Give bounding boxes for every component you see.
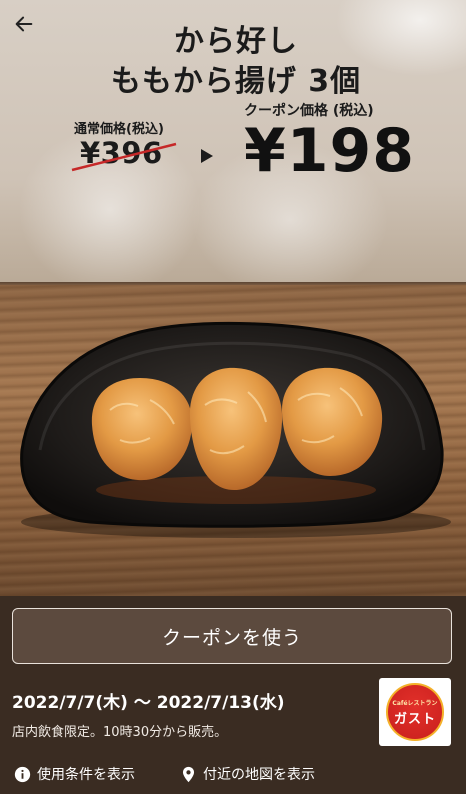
coupon-price: ¥198 xyxy=(244,116,415,186)
show-terms-link[interactable]: 使用条件を表示 xyxy=(14,764,135,784)
karaage-plate-photo xyxy=(20,321,451,538)
info-icon xyxy=(14,766,31,782)
location-pin-icon xyxy=(182,766,195,782)
price-strikethrough xyxy=(71,142,177,172)
footer-links: 使用条件を表示 付近の地図を表示 xyxy=(0,760,466,790)
show-map-link[interactable]: 付近の地図を表示 xyxy=(180,764,315,784)
usage-note: 店内飲食限定。10時30分から販売。 xyxy=(12,725,228,740)
logo-emblem: Caféレストラン ガスト xyxy=(386,683,444,741)
valid-period: 2022/7/7(木) 〜 2022/7/13(水) xyxy=(12,693,285,713)
coupon-hero-image: から好し ももから揚げ 3個 通常価格(税込) ¥396 クーポン価格 (税込)… xyxy=(0,0,466,596)
show-map-label: 付近の地図を表示 xyxy=(203,767,315,783)
logo-subtitle: Caféレストラン xyxy=(392,699,438,707)
gusto-logo: Caféレストラン ガスト xyxy=(379,678,451,746)
regular-price-label: 通常価格(税込) xyxy=(74,122,164,137)
triangle-right-icon xyxy=(201,149,213,163)
show-terms-label: 使用条件を表示 xyxy=(37,767,135,783)
logo-name: ガスト xyxy=(393,711,436,727)
use-coupon-button[interactable]: クーポンを使う xyxy=(12,608,452,664)
coupon-info-panel: クーポンを使う 2022/7/7(木) 〜 2022/7/13(水) 店内飲食限… xyxy=(0,596,466,794)
product-title-line1: から好し xyxy=(174,24,298,59)
product-title-line2: ももから揚げ 3個 xyxy=(110,64,362,99)
